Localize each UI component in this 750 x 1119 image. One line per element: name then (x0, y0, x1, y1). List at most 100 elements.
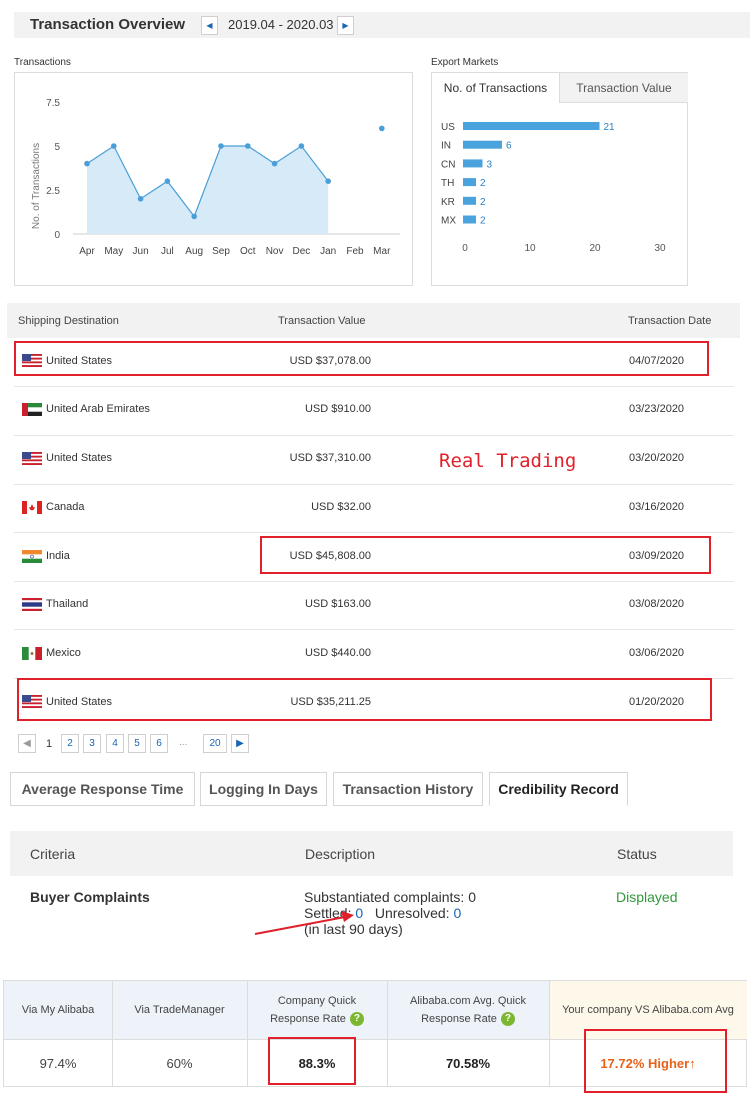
bar-value-label: 3 (487, 159, 493, 170)
highlight-box (14, 341, 709, 376)
row-country: United Arab Emirates (46, 403, 150, 415)
tab-credibility-record[interactable]: Credibility Record (489, 772, 628, 806)
area-fill (87, 146, 329, 234)
column-criteria: Criteria (30, 846, 76, 862)
bar-category-label: KR (441, 197, 455, 208)
row-value: USD $32.00 (311, 501, 371, 513)
page-3-button[interactable]: 3 (83, 734, 101, 753)
bar-category-label: TH (441, 178, 454, 189)
transactions-chart: 0 2.5 5 7.5 No. of Transactions Apr May Jun Jul A… (31, 98, 400, 257)
x-tick-label: 20 (589, 243, 601, 254)
row-country: Canada (46, 501, 85, 513)
row-date: 03/06/2020 (629, 647, 685, 659)
red-arrow-icon (254, 911, 354, 935)
data-point (379, 125, 385, 132)
row-country: Thailand (46, 598, 89, 610)
tab-transaction-value[interactable]: Transaction Value (560, 73, 688, 103)
tab-transaction-history[interactable]: Transaction History (333, 772, 483, 806)
row-country: India (46, 550, 70, 562)
export-markets-chart: US 21IN 6CN 3TH 2KR 2MX 20 10 20 30 (441, 122, 666, 254)
page-20-button[interactable]: 20 (203, 734, 227, 753)
help-icon[interactable]: ? (500, 1012, 515, 1027)
data-point (271, 160, 278, 167)
bar (463, 215, 476, 224)
page-6-button[interactable]: 6 (150, 734, 168, 753)
row-date: 03/23/2020 (629, 403, 685, 415)
column-transaction-value: Transaction Value (278, 315, 366, 327)
flag-in-icon (22, 550, 42, 563)
export-markets-panel: No. of Transactions Transaction Value US… (431, 72, 688, 286)
x-tick-label: Jul (161, 246, 174, 257)
bar (463, 140, 502, 149)
bar-value-label: 6 (506, 141, 512, 152)
prev-page-button[interactable]: ◀ (18, 734, 36, 753)
row-country: Mexico (46, 647, 81, 659)
bar-value-label: 21 (604, 122, 616, 133)
data-point (137, 196, 144, 202)
x-tick-label: 0 (462, 243, 468, 254)
highlight-box (17, 678, 712, 721)
row-date: 03/16/2020 (629, 501, 685, 513)
value-alibaba-avg-response: 70.58% (445, 1055, 491, 1071)
value-via-my-alibaba: 97.4% (39, 1055, 77, 1071)
row-value: USD $37,310.00 (289, 452, 371, 464)
flag-ae-icon (22, 403, 42, 416)
data-point (325, 178, 332, 184)
page-4-button[interactable]: 4 (106, 734, 124, 753)
highlight-box (260, 536, 711, 574)
y-tick-label: 0 (54, 230, 60, 241)
column-shipping-destination: Shipping Destination (18, 315, 119, 327)
tab-average-response-time[interactable]: Average Response Time (10, 772, 195, 806)
bar (463, 159, 483, 168)
y-axis-label: No. of Transactions (31, 143, 42, 229)
highlight-box (268, 1037, 356, 1085)
y-tick-label: 7.5 (46, 98, 60, 109)
row-divider (14, 484, 734, 485)
prev-range-button[interactable]: ◀ (201, 16, 218, 35)
x-tick-label: Jan (320, 246, 336, 257)
x-tick-label: Jun (133, 246, 149, 257)
page-current: 1 (45, 737, 53, 750)
header-via-trademanager: Via TradeManager (134, 1004, 225, 1016)
x-tick-label: May (104, 246, 123, 257)
page-5-button[interactable]: 5 (128, 734, 146, 753)
x-tick-label: 30 (654, 243, 666, 254)
row-date: 03/08/2020 (629, 598, 685, 610)
row-divider (14, 386, 734, 387)
tab-logging-in-days[interactable]: Logging In Days (200, 772, 327, 806)
bar-category-label: MX (441, 216, 456, 227)
value-via-trademanager: 60% (166, 1055, 193, 1071)
x-tick-label: Aug (185, 246, 203, 257)
next-range-button[interactable]: ▶ (337, 16, 354, 35)
x-tick-label: Apr (79, 246, 95, 257)
bar-category-label: CN (441, 159, 455, 170)
bar-value-label: 2 (480, 178, 486, 189)
row-divider (14, 581, 734, 582)
y-tick-label: 5 (54, 142, 60, 153)
data-point (218, 143, 224, 149)
x-tick-label: Dec (293, 246, 311, 257)
unresolved-value-link[interactable]: 0 (453, 905, 461, 921)
row-divider (14, 532, 734, 533)
header-company-quick-response: Company Quick Response Rate? (247, 981, 387, 1039)
row-date: 03/20/2020 (629, 452, 685, 464)
next-page-button[interactable]: ▶ (231, 734, 249, 753)
x-tick-label: Oct (240, 246, 256, 257)
caret-right-icon: ▶ (236, 738, 244, 749)
header-via-my-alibaba: Via My Alibaba (21, 1004, 95, 1016)
column-status: Status (617, 846, 657, 862)
column-transaction-date: Transaction Date (628, 315, 712, 327)
row-value: USD $440.00 (304, 647, 371, 659)
transactions-chart-panel: 0 2.5 5 7.5 No. of Transactions Apr May Jun Jul A… (14, 72, 413, 286)
tab-no-of-transactions[interactable]: No. of Transactions (432, 73, 560, 103)
caret-right-icon: ▶ (342, 21, 349, 30)
help-icon[interactable]: ? (349, 1012, 364, 1027)
x-tick-label: Nov (266, 246, 284, 257)
bar (463, 196, 476, 205)
transactions-label: Transactions (14, 57, 71, 68)
flag-us-icon (22, 452, 42, 465)
x-tick-label: 10 (524, 243, 536, 254)
row-country: United States (46, 452, 113, 464)
caret-left-icon: ◀ (206, 21, 213, 30)
page-2-button[interactable]: 2 (61, 734, 79, 753)
